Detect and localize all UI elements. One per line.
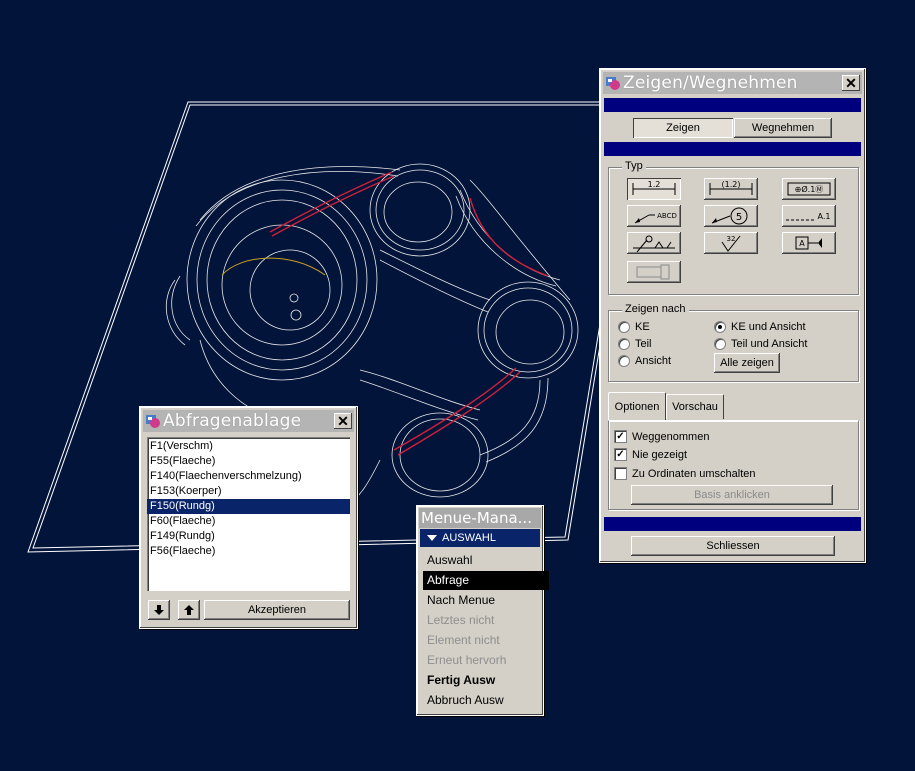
check-nie-gezeigt-box: ✓ (614, 448, 627, 461)
cosmetic-weld-icon[interactable] (627, 232, 681, 254)
menu-item[interactable]: Fertig Ausw (423, 671, 549, 690)
zeigen-nach-label: Zeigen nach (622, 303, 689, 315)
header-bar (604, 98, 861, 112)
list-item[interactable]: F153(Koerper) (147, 484, 350, 499)
tab-wegnehmen[interactable]: Wegnehmen (734, 118, 832, 138)
menu-item[interactable]: Abbruch Ausw (423, 691, 549, 710)
close-icon[interactable]: ✕ (842, 75, 860, 91)
dialog-title: Abfragenablage (163, 411, 302, 431)
list-item[interactable]: F55(Flaeche) (147, 454, 350, 469)
tab-optionen[interactable]: Optionen (608, 392, 666, 421)
alle-zeigen-button[interactable]: Alle zeigen (714, 353, 780, 373)
radio-teil-dot (618, 338, 630, 350)
reference-dimension-icon[interactable]: (1.2) (704, 178, 758, 200)
schliessen-button[interactable]: Schliessen (631, 536, 835, 556)
menu-manager: Menue-Mana... AUSWAHL Auswahl Abfrage Nach… (416, 505, 549, 716)
cosmetic-feature-icon[interactable] (627, 261, 681, 283)
app-icon (605, 75, 621, 91)
radio-teil-und-ansicht-label: Teil und Ansicht (731, 338, 808, 350)
radio-ke[interactable]: KE (618, 321, 650, 333)
radio-teil-label: Teil (635, 338, 652, 350)
menu-item[interactable]: Abfrage (423, 571, 549, 590)
menu-header[interactable]: AUSWAHL (420, 529, 540, 547)
list-item[interactable]: F150(Rundg) (147, 499, 350, 514)
balloon-label: 5 (736, 212, 742, 223)
move-up-button[interactable] (178, 600, 200, 620)
list-item[interactable]: F60(Flaeche) (147, 514, 350, 529)
akzeptieren-button[interactable]: Akzeptieren (204, 600, 350, 620)
triangle-down-icon (427, 535, 437, 541)
geometric-tolerance-icon[interactable]: ⊕Ø.1Ⓜ (782, 178, 836, 200)
query-list[interactable]: F1(Verschm) F55(Flaeche) F140(Flaechenvers… (147, 437, 350, 591)
list-item[interactable]: F149(Rundg) (147, 529, 350, 544)
check-weggenommen-label: Weggenommen (632, 430, 710, 443)
dimension-label: 1.2 (648, 180, 661, 189)
dialog-title: Zeigen/Wegnehmen (623, 73, 798, 93)
surface-finish-label: 32 (727, 235, 736, 243)
menu-manager-title: Menue-Mana... (421, 509, 532, 527)
radio-ke-label: KE (635, 321, 650, 333)
zeigen-dialog-titlebar[interactable]: Zeigen/Wegnehmen ✕ (603, 72, 862, 94)
radio-ansicht-label: Ansicht (635, 355, 672, 367)
datum-target-label: A (799, 239, 805, 248)
menu-item[interactable]: Erneut hervorh (423, 651, 549, 670)
tab-vorschau[interactable]: Vorschau (666, 394, 724, 419)
menu-manager-titlebar[interactable]: Menue-Mana... (419, 508, 541, 528)
gtol-label: ⊕Ø.1Ⓜ (795, 184, 824, 194)
arrow-up-icon (184, 605, 194, 615)
surface-finish-icon[interactable]: 32 (704, 232, 758, 254)
section-bar (604, 142, 861, 156)
list-item[interactable]: F56(Flaeche) (147, 544, 350, 559)
radio-ke-und-ansicht[interactable]: KE und Ansicht (714, 321, 806, 333)
radio-ansicht-dot (618, 355, 630, 367)
list-item[interactable]: F1(Verschm) (147, 439, 350, 454)
basis-anklicken-button[interactable]: Basis anklicken (631, 485, 833, 505)
menu-item[interactable]: Element nicht (423, 631, 549, 650)
radio-ke-und-ansicht-dot (714, 321, 726, 333)
balloon-icon[interactable]: 5 (704, 205, 758, 227)
datum-axis-label: A.1 (818, 212, 831, 221)
check-zu-ordinaten-box (614, 467, 627, 480)
datum-curve (221, 257, 326, 276)
check-nie-gezeigt[interactable]: ✓ Nie gezeigt (614, 448, 687, 461)
radio-ke-dot (618, 321, 630, 333)
check-weggenommen[interactable]: ✓ Weggenommen (614, 430, 709, 443)
zeigen-wegnehmen-dialog: Zeigen/Wegnehmen ✕ Zeigen Wegnehmen Typ … (599, 68, 866, 563)
note-icon[interactable]: ABCD (627, 205, 681, 227)
radio-teil[interactable]: Teil (618, 338, 652, 350)
menu-item[interactable]: Auswahl (423, 551, 549, 570)
menu-item[interactable]: Letztes nicht (423, 611, 549, 630)
radio-teil-und-ansicht-dot (714, 338, 726, 350)
reference-dimension-label: (1.2) (722, 180, 741, 189)
check-nie-gezeigt-label: Nie gezeigt (632, 448, 688, 461)
check-zu-ordinaten[interactable]: Zu Ordinaten umschalten (614, 467, 756, 480)
typ-label: Typ (622, 160, 646, 172)
radio-teil-und-ansicht[interactable]: Teil und Ansicht (714, 338, 807, 350)
check-weggenommen-box: ✓ (614, 430, 627, 443)
abfragenablage-dialog: Abfragenablage ✕ F1(Verschm) F55(Flaeche)… (139, 406, 358, 629)
footer-bar (604, 517, 861, 531)
close-icon[interactable]: ✕ (334, 413, 352, 429)
check-zu-ordinaten-label: Zu Ordinaten umschalten (632, 467, 756, 480)
arrow-down-icon (154, 605, 164, 615)
move-down-button[interactable] (148, 600, 170, 620)
app-icon (145, 413, 161, 429)
menu-item[interactable]: Nach Menue (423, 591, 549, 610)
tab-zeigen[interactable]: Zeigen (633, 118, 733, 138)
abfragen-dialog-titlebar[interactable]: Abfragenablage ✕ (143, 410, 354, 432)
datum-target-icon[interactable]: A (782, 232, 836, 254)
radio-ke-und-ansicht-label: KE und Ansicht (731, 321, 806, 333)
dimension-icon[interactable]: 1.2 (627, 178, 681, 200)
datum-axis-icon[interactable]: A.1 (782, 205, 836, 227)
radio-ansicht[interactable]: Ansicht (618, 355, 671, 367)
list-item[interactable]: F140(Flaechenverschmelzung) (147, 469, 350, 484)
menu-header-label: AUSWAHL (442, 532, 496, 544)
note-label: ABCD (657, 212, 677, 220)
